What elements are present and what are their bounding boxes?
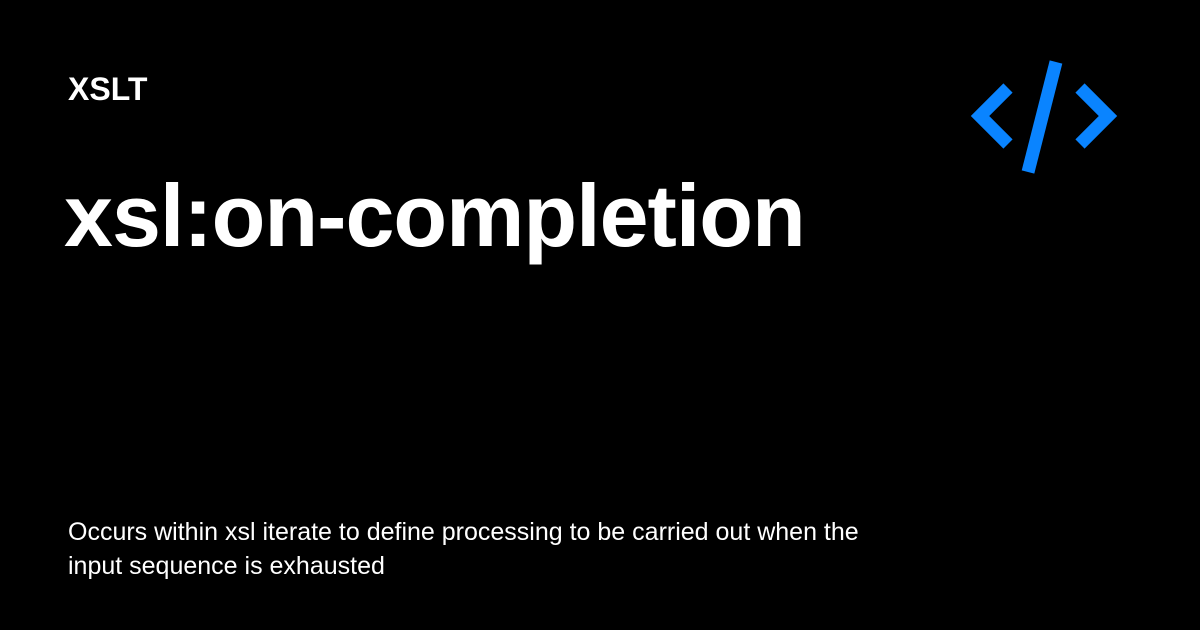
slash-stroke (1021, 60, 1063, 174)
left-angle-bracket (970, 83, 1013, 149)
right-angle-bracket (1075, 83, 1118, 149)
code-brackets-icon (970, 60, 1118, 174)
category-label: XSLT (68, 71, 148, 107)
page-title: xsl:on-completion (64, 166, 806, 265)
description-text: Occurs within xsl iterate to define proc… (68, 518, 859, 580)
social-card: XSLT xsl:on-completion Occurs within xsl… (0, 0, 1200, 630)
